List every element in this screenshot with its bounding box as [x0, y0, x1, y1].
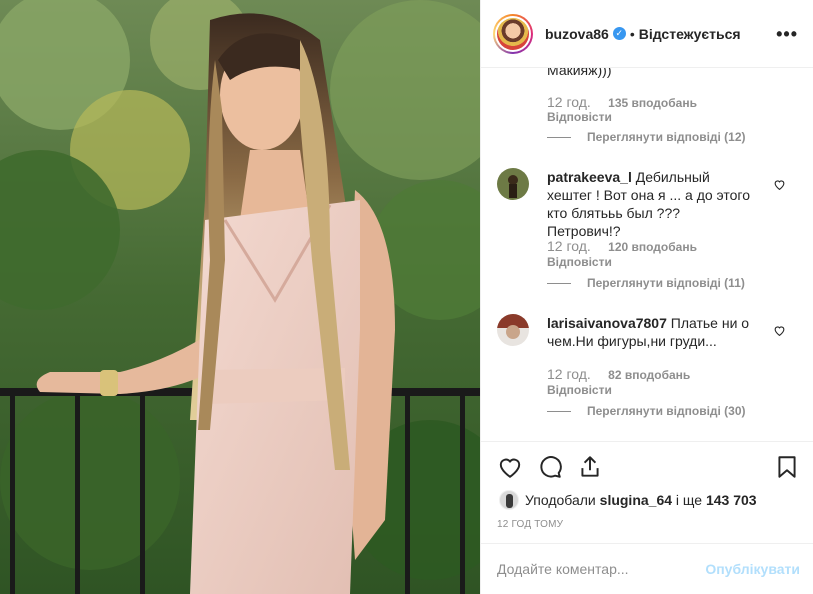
- commenter-avatar-image: [497, 168, 529, 200]
- post-actions: Уподобали slugina_64 і ще 143 703 12 ГОД…: [481, 441, 813, 530]
- commenter-avatar[interactable]: [497, 314, 529, 346]
- author-avatar-image: [497, 17, 529, 50]
- comment-time[interactable]: 12 год.: [547, 94, 591, 110]
- comment-likes[interactable]: 82 вподобань: [608, 368, 690, 382]
- share-icon[interactable]: [577, 454, 603, 480]
- liked-prefix: Уподобали: [525, 492, 596, 508]
- more-horizontal-icon[interactable]: •••: [776, 24, 798, 45]
- author-avatar[interactable]: [493, 13, 533, 54]
- likes-summary: Уподобали slugina_64 і ще 143 703: [499, 490, 757, 510]
- post-timestamp[interactable]: 12 ГОД ТОМУ: [497, 519, 563, 530]
- comment-input[interactable]: [497, 561, 697, 577]
- comment-text: patrakeeva_l Дебильный хештег ! Вот она …: [547, 168, 757, 240]
- comment-like-heart-icon[interactable]: [773, 178, 786, 191]
- liked-mid: і ще: [675, 492, 703, 508]
- heart-icon[interactable]: [497, 454, 523, 480]
- replies-divider: [547, 282, 571, 284]
- commenter-username[interactable]: larisaivanova7807: [547, 315, 667, 331]
- view-replies-label: Переглянути відповіді (12): [587, 130, 746, 144]
- comment-meta: 12 год. 82 вподобань: [547, 366, 690, 382]
- view-replies-button[interactable]: Переглянути відповіді (11): [547, 276, 745, 290]
- author-username[interactable]: buzova86: [545, 26, 609, 42]
- comment-icon[interactable]: [537, 454, 563, 480]
- view-replies-label: Переглянути відповіді (30): [587, 404, 746, 418]
- comment-meta: 12 год. 135 вподобань: [547, 94, 697, 110]
- commenter-avatar[interactable]: [497, 168, 529, 200]
- comment-text-cut: Макияж))): [547, 68, 612, 78]
- post-header: buzova86 ✓ • Відстежується •••: [481, 0, 813, 68]
- liker-username[interactable]: slugina_64: [600, 492, 672, 508]
- replies-divider: [547, 410, 571, 412]
- comment-meta: 12 год. 120 вподобань: [547, 238, 697, 254]
- replies-divider: [547, 136, 571, 138]
- comment-likes[interactable]: 135 вподобань: [608, 96, 697, 110]
- comment-likes[interactable]: 120 вподобань: [608, 240, 697, 254]
- view-replies-label: Переглянути відповіді (11): [587, 276, 745, 290]
- verified-badge-icon: ✓: [612, 27, 626, 40]
- reply-button[interactable]: Відповісти: [547, 110, 612, 124]
- publish-button[interactable]: Опублікувати: [705, 561, 800, 577]
- likes-count[interactable]: 143 703: [706, 492, 757, 508]
- comments-list[interactable]: Макияж))) 12 год. 135 вподобань Відповіс…: [481, 68, 813, 441]
- follow-status-button[interactable]: Відстежується: [639, 26, 741, 42]
- commenter-username[interactable]: patrakeeva_l: [547, 169, 632, 185]
- reply-button[interactable]: Відповісти: [547, 383, 612, 397]
- commenter-avatar-image: [497, 314, 529, 346]
- post-photo-image: [0, 0, 480, 594]
- liker-avatar[interactable]: [499, 490, 519, 510]
- comment-text: larisaivanova7807 Платье ни о чем.Ни фиг…: [547, 314, 757, 350]
- comment-time[interactable]: 12 год.: [547, 238, 591, 254]
- bookmark-icon[interactable]: [774, 454, 800, 480]
- add-comment-bar: Опублікувати: [481, 543, 813, 594]
- view-replies-button[interactable]: Переглянути відповіді (30): [547, 404, 746, 418]
- header-separator: •: [629, 25, 635, 42]
- reply-button[interactable]: Відповісти: [547, 255, 612, 269]
- comment-time[interactable]: 12 год.: [547, 366, 591, 382]
- view-replies-button[interactable]: Переглянути відповіді (12): [547, 130, 746, 144]
- comment-like-heart-icon[interactable]: [773, 324, 786, 337]
- post-photo[interactable]: [0, 0, 480, 594]
- post-sidebar: buzova86 ✓ • Відстежується ••• Макияж)))…: [480, 0, 813, 594]
